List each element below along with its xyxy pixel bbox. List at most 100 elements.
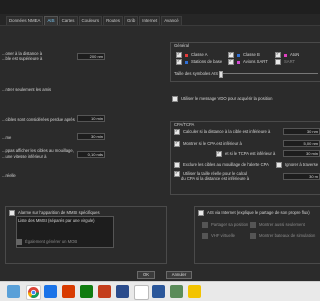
internet-row[interactable]: AIS via Internet (explique le partage de… — [198, 210, 310, 216]
base-color-swatch — [185, 60, 188, 64]
base-checkbox[interactable] — [176, 58, 182, 65]
mmsi-list-label: Liste des MMSI (séparés par une virgule) — [18, 218, 95, 223]
tab-ais[interactable]: AIS — [44, 16, 58, 25]
friends-row[interactable]: Montrer aussi seulement — [250, 222, 305, 228]
vhf-row[interactable]: VHF virtuelle — [202, 233, 235, 239]
cpa-row-2[interactable]: Montrer si le CPA est inférieur à — [174, 140, 242, 147]
distance-input[interactable]: 200 nm — [77, 53, 105, 60]
left-row-6b: ...une vitesse inférieur à — [2, 154, 47, 159]
word-icon[interactable] — [134, 285, 149, 300]
friends-checkbox[interactable] — [250, 222, 256, 228]
mmsi-alarm-checkbox[interactable] — [9, 210, 15, 216]
tcpa-label: et si le TCPA est inférieur à — [225, 151, 276, 157]
sim-row[interactable]: Montrer bateaux de simulation — [250, 233, 315, 239]
sart-option[interactable]: SART — [275, 59, 295, 65]
tab-internet[interactable]: Internet — [139, 16, 161, 25]
tab-routes[interactable]: Routes — [103, 16, 123, 25]
tab-cartes[interactable]: Cartes — [58, 16, 78, 25]
tcpa-input[interactable]: 30 min — [283, 150, 320, 157]
share-pos-label: Partager sa position — [211, 222, 249, 228]
sart-plane-checkbox[interactable] — [228, 58, 234, 65]
class-a-option[interactable]: Classe A — [176, 51, 208, 58]
tab-nmea[interactable]: Données NMEA — [6, 16, 44, 25]
vdo-checkbox[interactable] — [172, 96, 178, 102]
sart-plane-label: Avions SART — [243, 59, 268, 65]
exclude-anchor-row[interactable]: Exclure les cibles au mouillage de l'ale… — [174, 162, 269, 168]
mob-label: Également générer un MOB — [25, 239, 78, 245]
cpa-calc-label: Calculer si la distance à la cible est i… — [183, 129, 271, 135]
window-titlebar — [0, 0, 320, 14]
left-row-3: ...ntrer seulement les amis — [2, 87, 52, 92]
symbol-size-slider-track[interactable] — [222, 73, 318, 74]
cpa-title: CPA/TCPA — [174, 122, 195, 127]
ignore-abeam-row[interactable]: Ignorer à traverse — [276, 162, 318, 168]
cpa-calc-checkbox[interactable] — [174, 128, 180, 135]
cancel-button[interactable]: Annuler — [166, 271, 192, 279]
app-icon-yellow[interactable] — [188, 285, 201, 298]
cpa-show-checkbox[interactable] — [174, 140, 180, 147]
cpa-row-1[interactable]: Calculer si la distance à la cible est i… — [174, 128, 271, 135]
base-label: Stations de base — [191, 59, 223, 65]
tcpa-row[interactable]: et si le TCPA est inférieur à — [216, 150, 276, 157]
taskbar — [0, 281, 320, 301]
real-size-checkbox[interactable] — [174, 170, 180, 177]
ignore-abeam-label: Ignorer à traverse — [285, 162, 319, 168]
ignore-abeam-checkbox[interactable] — [276, 162, 282, 168]
app-icon-green[interactable] — [170, 285, 183, 298]
sart-plane-option[interactable]: Avions SART — [228, 58, 268, 65]
left-row-7: ...réelle — [2, 173, 16, 178]
share-pos-checkbox[interactable] — [202, 222, 208, 228]
vhf-checkbox[interactable] — [202, 233, 208, 239]
mmsi-alarm-label: Alarme sur l'apparition de MMSI spécifiq… — [18, 210, 100, 216]
left-row-2: ...ble est supérieure à — [2, 56, 43, 61]
app-icon-blue[interactable] — [44, 285, 57, 298]
tab-grib[interactable]: Grib — [124, 16, 139, 25]
sart-plane-color-swatch — [237, 60, 240, 64]
tcpa-checkbox[interactable] — [216, 150, 222, 157]
share-pos-row[interactable]: Partager sa position — [202, 222, 248, 228]
tab-avance[interactable]: Avancé — [161, 16, 182, 25]
chrome-icon[interactable] — [26, 285, 41, 300]
app-icon-word-blue[interactable] — [152, 285, 165, 298]
cpa-show-input[interactable]: 5,00 nm — [283, 140, 320, 147]
base-option[interactable]: Stations de base — [176, 58, 223, 65]
ok-button[interactable]: OK — [137, 271, 155, 279]
aton-option[interactable]: AtoN — [275, 51, 300, 58]
internet-checkbox[interactable] — [198, 210, 204, 216]
sim-label: Montrer bateaux de simulation — [259, 233, 316, 239]
powerpoint-icon[interactable] — [98, 285, 111, 298]
friends-label: Montrer aussi seulement — [259, 222, 305, 228]
class-a-label: Classe A — [191, 52, 208, 58]
explorer-icon[interactable] — [7, 285, 20, 298]
exclude-anchor-checkbox[interactable] — [174, 162, 180, 168]
mob-checkbox[interactable] — [16, 239, 22, 245]
left-row-5: ...me — [2, 135, 12, 140]
symbol-size-slider-handle[interactable] — [219, 71, 223, 78]
real-size-label-b: du CPA si la distance est inférieure à — [181, 176, 250, 181]
sim-checkbox[interactable] — [250, 233, 256, 239]
class-b-label: Classe B — [243, 52, 260, 58]
tab-couleurs[interactable]: Couleurs — [78, 16, 103, 25]
vhf-label: VHF virtuelle — [211, 233, 235, 239]
remove-target-input[interactable]: 30 min — [77, 133, 105, 140]
mob-row[interactable]: Également générer un MOB — [16, 239, 77, 245]
class-b-option[interactable]: Classe B — [228, 51, 260, 58]
sart-label: SART — [284, 59, 296, 65]
internet-label: AIS via Internet (explique le partage de… — [207, 210, 310, 216]
aton-label: AtoN — [290, 52, 300, 58]
vdo-option[interactable]: Utiliser le message VDO pour acquérir la… — [172, 96, 272, 102]
excel-icon[interactable] — [80, 285, 93, 298]
tab-bar: Données NMEA AIS Cartes Couleurs Routes … — [0, 14, 320, 26]
left-row-6a: ...ppas afficher les cibles au mouillage… — [2, 148, 74, 153]
app-icon-navy[interactable] — [116, 285, 129, 298]
class-a-color-swatch — [185, 53, 188, 57]
lost-target-input[interactable]: 10 min — [77, 115, 105, 122]
sart-checkbox[interactable] — [275, 59, 281, 65]
vdo-label: Utiliser le message VDO pour acquérir la… — [181, 96, 273, 102]
aton-checkbox[interactable] — [275, 51, 281, 58]
general-title: Général — [174, 43, 189, 48]
cpa-calc-input[interactable]: 30 nm — [283, 128, 320, 135]
real-size-input[interactable]: 30 m — [283, 173, 320, 180]
app-icon-orange[interactable] — [62, 285, 75, 298]
anchor-speed-input[interactable]: 0,10 nds — [77, 151, 105, 158]
